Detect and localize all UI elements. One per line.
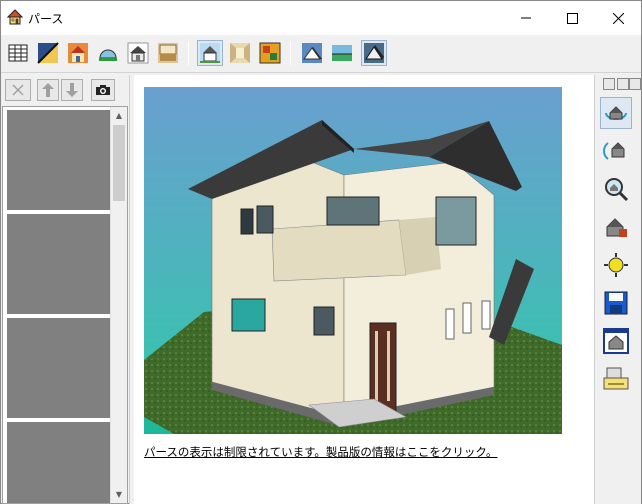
- balcony-side: [399, 217, 441, 275]
- diagonal-line-icon: [37, 42, 59, 64]
- scroll-up-arrow[interactable]: ▲: [111, 107, 127, 124]
- minimize-button[interactable]: [503, 1, 549, 35]
- toolbar-separator: [188, 41, 189, 65]
- delete-button[interactable]: [5, 79, 31, 101]
- thumbnail-pane: ▲ ▼: [1, 75, 129, 504]
- close-icon: [612, 12, 624, 24]
- building-icon: [8, 44, 28, 62]
- window: [240, 208, 254, 235]
- minimize-icon: [521, 17, 531, 19]
- sun-settings-button[interactable]: [600, 249, 632, 281]
- door-glass: [375, 331, 378, 401]
- house-render[interactable]: [144, 87, 562, 434]
- delete-icon: [12, 84, 24, 96]
- sky-roof-button[interactable]: [299, 40, 325, 66]
- window-view-icon: [603, 328, 629, 354]
- house-front-icon: [127, 42, 149, 64]
- house-exterior-icon: [200, 43, 220, 63]
- diagonal-line-button[interactable]: [35, 40, 61, 66]
- print-button[interactable]: [600, 363, 632, 395]
- orbit-icon: [605, 106, 627, 120]
- save-button[interactable]: [600, 287, 632, 319]
- capture-button[interactable]: [91, 79, 115, 101]
- front-door: [369, 322, 397, 412]
- trial-notice-link[interactable]: パースの表示は制限されています。製品版の情報はここをクリック。: [144, 444, 498, 460]
- rotate-button[interactable]: [600, 135, 632, 167]
- window-view-button[interactable]: [600, 325, 632, 357]
- move-down-button[interactable]: [61, 79, 83, 101]
- room-interior-icon: [230, 43, 250, 63]
- toolbar-separator: [290, 41, 291, 65]
- thumbnail-slot[interactable]: [7, 110, 110, 210]
- main-toolbar: [1, 35, 641, 73]
- dome-icon: [99, 49, 117, 61]
- window-title: パース: [28, 12, 64, 26]
- print-icon: [603, 367, 629, 390]
- room-interior-button[interactable]: [227, 40, 253, 66]
- house-sunset-button[interactable]: [65, 40, 91, 66]
- scrollbar-thumb[interactable]: [113, 125, 125, 201]
- thumbnail-slot[interactable]: [7, 318, 110, 418]
- close-button[interactable]: [595, 1, 641, 35]
- scroll-down-arrow[interactable]: ▼: [111, 486, 127, 503]
- dome-button[interactable]: [95, 40, 121, 66]
- roof-outline-button[interactable]: [361, 40, 387, 66]
- zoom-button[interactable]: [600, 173, 632, 205]
- window: [481, 300, 491, 330]
- balcony: [271, 219, 407, 282]
- maximize-button[interactable]: [549, 1, 595, 35]
- house-interior-icon: [158, 43, 178, 63]
- texture-button[interactable]: [257, 40, 283, 66]
- building-button[interactable]: [5, 40, 31, 66]
- sky-roof-icon: [302, 43, 322, 63]
- house-front-button[interactable]: [125, 40, 151, 66]
- window: [435, 196, 477, 246]
- thumbnail-slot[interactable]: [7, 214, 110, 314]
- save-icon: [604, 291, 628, 315]
- thumbnail-list[interactable]: ▲ ▼: [2, 106, 128, 504]
- house-exterior-button[interactable]: [197, 40, 223, 66]
- window: [313, 306, 335, 336]
- window: [231, 298, 266, 332]
- roof-outline-icon: [364, 43, 384, 63]
- app-house-icon: [7, 9, 23, 25]
- panel-float[interactable]: [617, 78, 629, 90]
- zoom-icon: [605, 178, 629, 202]
- orbit-button[interactable]: [600, 97, 632, 129]
- walk-button[interactable]: [600, 211, 632, 243]
- window: [445, 308, 455, 340]
- move-up-icon: [42, 83, 54, 97]
- camera-icon: [96, 85, 110, 95]
- perspective-view: パースの表示は制限されています。製品版の情報はここをクリック。: [134, 75, 594, 504]
- walk-icon: [606, 218, 627, 237]
- move-up-button[interactable]: [37, 79, 59, 101]
- window: [462, 302, 472, 334]
- thumbnail-slot[interactable]: [7, 422, 110, 503]
- thumbnail-scrollbar[interactable]: ▲ ▼: [110, 107, 127, 503]
- horizon-button[interactable]: [329, 40, 355, 66]
- sun-settings-icon: [604, 253, 628, 277]
- window: [326, 196, 380, 226]
- house-interior-button[interactable]: [155, 40, 181, 66]
- maximize-icon: [566, 12, 578, 24]
- panel-pin[interactable]: [603, 78, 615, 90]
- texture-icon: [259, 42, 281, 64]
- panel-close[interactable]: [629, 78, 641, 90]
- perspective-window: パース ▲ ▼ パースの表示は制限されています。製品版の情報はここをクリック。: [0, 0, 642, 504]
- house-sunset-icon: [68, 43, 88, 63]
- window: [256, 205, 274, 234]
- move-down-icon: [66, 83, 78, 97]
- rotate-icon: [603, 142, 625, 160]
- title-bar: パース: [1, 1, 641, 35]
- view-tools: [594, 75, 641, 504]
- door-glass: [387, 331, 390, 401]
- horizon-icon: [332, 45, 352, 61]
- thumbnail-toolbar: [1, 75, 129, 105]
